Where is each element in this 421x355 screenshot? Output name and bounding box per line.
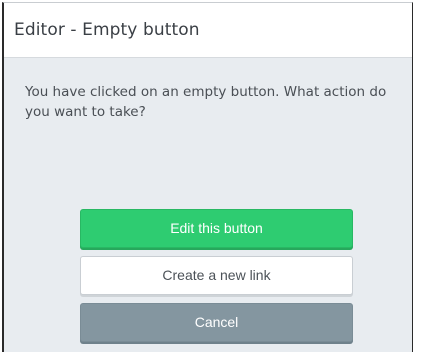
dialog-message: You have clicked on an empty button. Wha… (25, 84, 387, 120)
empty-button-dialog: Editor - Empty button You have clicked o… (2, 2, 413, 352)
dialog-header: Editor - Empty button (4, 3, 412, 58)
edit-button[interactable]: Edit this button (80, 209, 353, 248)
cancel-button[interactable]: Cancel (80, 303, 353, 342)
dialog-body: You have clicked on an empty button. Wha… (4, 58, 412, 188)
dialog-title: Editor - Empty button (14, 20, 200, 40)
dialog-actions: Edit this button Create a new link Cance… (80, 209, 353, 350)
create-link-button[interactable]: Create a new link (80, 256, 353, 295)
